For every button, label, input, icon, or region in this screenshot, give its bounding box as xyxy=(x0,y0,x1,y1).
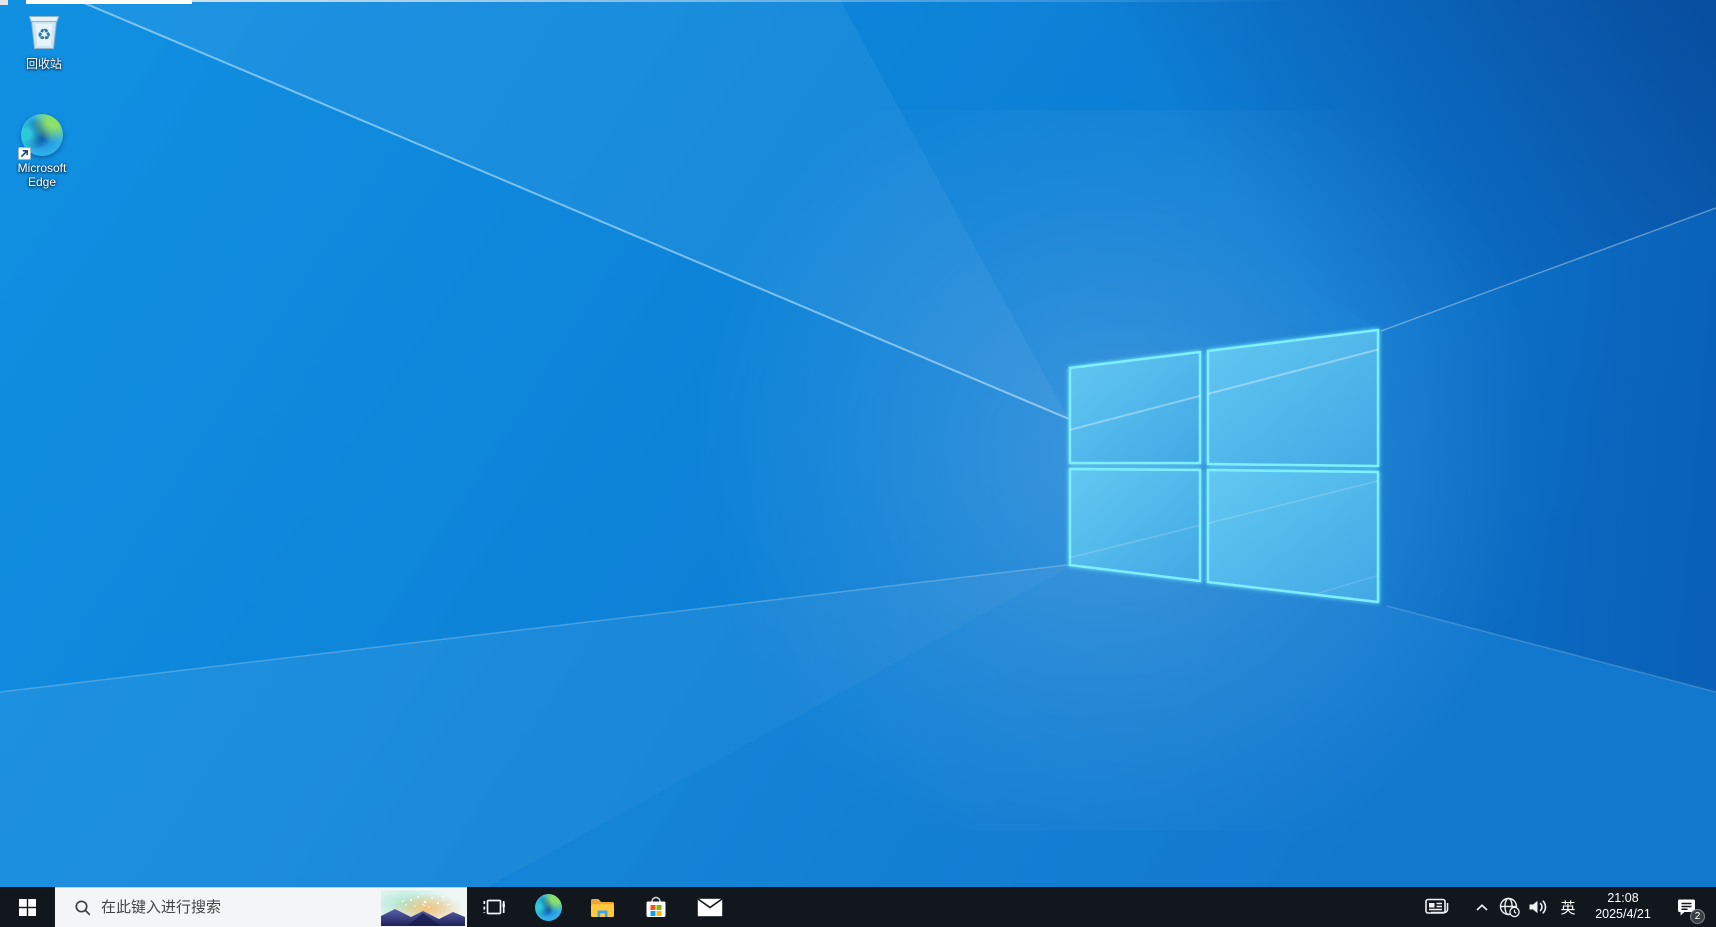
task-view-button[interactable] xyxy=(467,887,521,927)
window-remnant-block xyxy=(0,0,8,5)
taskbar: 英 21:08 2025/4/21 2 xyxy=(0,887,1716,927)
news-tray-button[interactable] xyxy=(1418,887,1458,927)
window-remnant-line xyxy=(192,0,1292,2)
clock[interactable]: 21:08 2025/4/21 xyxy=(1582,887,1664,927)
window-remnant-strip xyxy=(26,0,192,4)
search-highlight-image[interactable] xyxy=(381,890,465,926)
wallpaper-image xyxy=(0,0,1716,927)
news-icon xyxy=(1423,895,1453,919)
edge-logo-icon xyxy=(535,894,562,921)
network-button[interactable] xyxy=(1494,887,1524,927)
desktop-icon-label: 回收站 xyxy=(26,57,62,71)
desktop-icon-microsoft-edge[interactable]: Microsoft Edge xyxy=(4,112,80,189)
start-button[interactable] xyxy=(0,887,55,927)
file-explorer-button[interactable] xyxy=(575,887,629,927)
task-view-icon xyxy=(482,896,507,918)
taskbar-search-box[interactable] xyxy=(55,887,467,927)
network-globe-icon xyxy=(1498,896,1520,918)
recycle-bin-icon: ♻ xyxy=(21,8,67,54)
system-tray: 英 21:08 2025/4/21 2 xyxy=(1418,887,1716,927)
volume-button[interactable] xyxy=(1524,887,1554,927)
desktop-icon-recycle-bin[interactable]: ♻ 回收站 xyxy=(6,8,82,71)
mail-icon xyxy=(697,898,723,917)
shortcut-arrow-icon xyxy=(18,147,31,160)
file-explorer-icon xyxy=(589,896,616,918)
microsoft-store-icon xyxy=(643,894,669,920)
search-input[interactable] xyxy=(101,888,377,927)
chevron-up-icon xyxy=(1475,903,1489,912)
action-center-button[interactable]: 2 xyxy=(1664,887,1708,927)
desktop[interactable]: ♻ 回收站 Microsoft Edge xyxy=(0,0,1716,927)
volume-icon xyxy=(1527,897,1551,917)
edge-taskbar-button[interactable] xyxy=(521,887,575,927)
hidden-icons-button[interactable] xyxy=(1470,887,1494,927)
store-button[interactable] xyxy=(629,887,683,927)
mail-button[interactable] xyxy=(683,887,737,927)
clock-date: 2025/4/21 xyxy=(1595,907,1651,923)
desktop-icon-label: Microsoft Edge xyxy=(4,161,80,189)
ime-indicator[interactable]: 英 xyxy=(1554,887,1582,927)
clock-time: 21:08 xyxy=(1607,891,1638,907)
search-icon xyxy=(74,899,92,917)
svg-text:♻: ♻ xyxy=(37,27,51,44)
notification-badge: 2 xyxy=(1690,909,1705,924)
windows-logo-icon xyxy=(19,899,36,916)
